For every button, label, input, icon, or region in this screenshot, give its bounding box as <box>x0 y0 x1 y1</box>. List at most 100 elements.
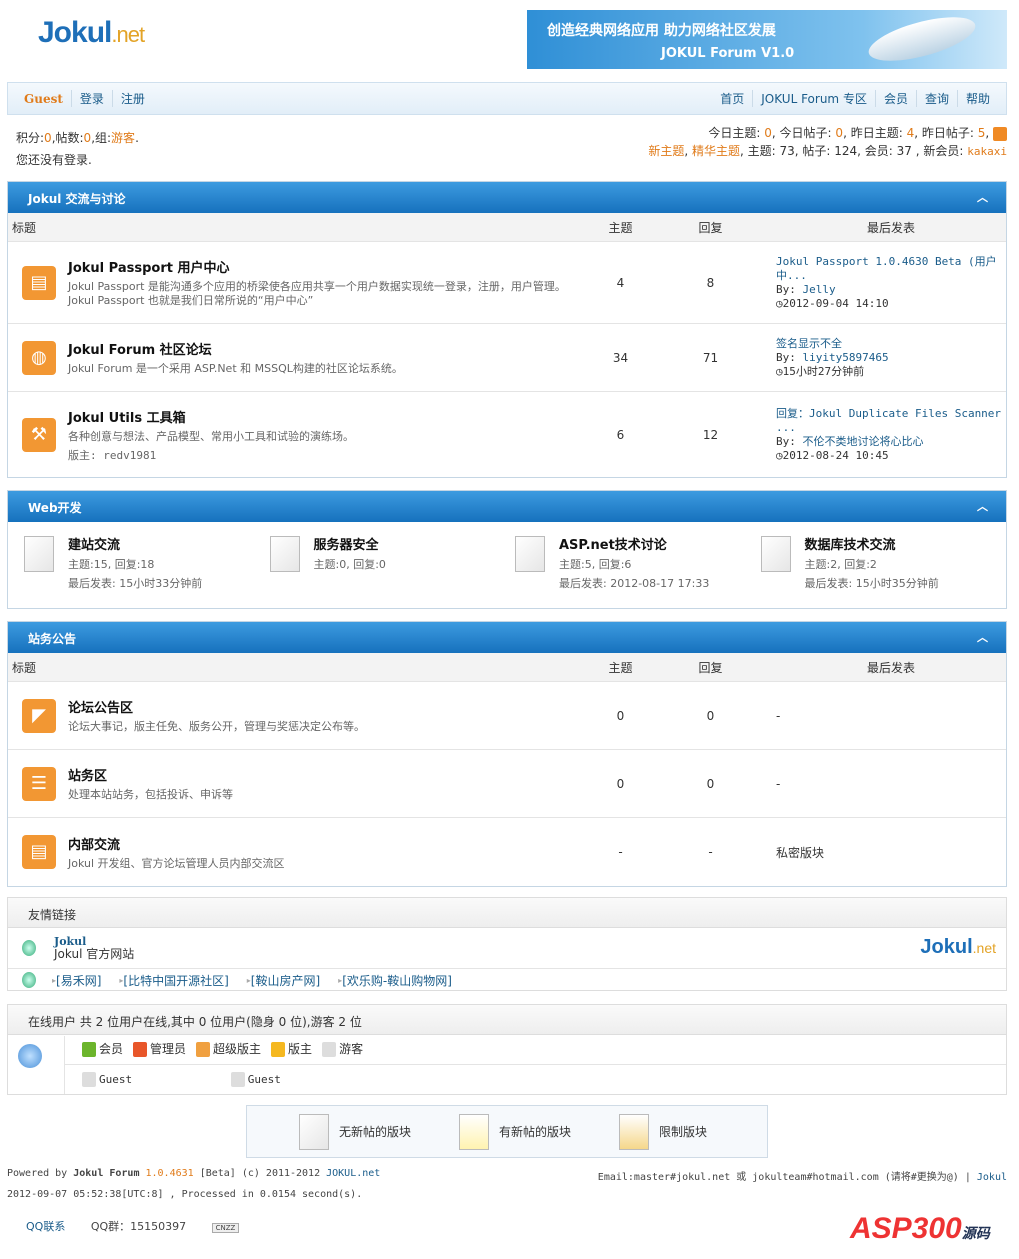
newest-member-link[interactable]: kakaxi <box>967 145 1007 158</box>
by-label: By: <box>776 350 803 364</box>
forum-name[interactable]: 服务器安全 <box>314 536 386 555</box>
nav-help[interactable]: 帮助 <box>956 90 998 107</box>
users-icon <box>18 1044 42 1068</box>
watermark-logo: ASP300源码 <box>850 1212 990 1245</box>
last-post-link[interactable]: 回复：Jokul Duplicate Files Scanner ... <box>776 407 1006 435</box>
category-web: Web开发 ︿ 建站交流 主题:15, 回复:18 最后发表: 15小时33分钟前 服… <box>7 490 1007 609</box>
forum-name[interactable]: 站务区 <box>68 765 233 784</box>
stat: 0 <box>835 126 844 140</box>
collapse-icon[interactable]: ︿ <box>977 498 988 514</box>
category-header: 站务公告 ︿ <box>8 622 1006 653</box>
last-post-user[interactable]: liyity5897465 <box>803 351 889 364</box>
contact-email: Email:master#jokul.net 或 jokulteam#hotma… <box>597 1172 977 1183</box>
forum-name[interactable]: Jokul Passport 用户中心 <box>68 257 588 276</box>
reply-count: 0 <box>706 708 715 723</box>
subforum: ASP.net技术讨论主题:5, 回复:6 最后发表: 2012-08-17 17… <box>515 536 761 593</box>
digest-link[interactable]: 精华主题 <box>692 144 740 158</box>
no-new-posts-icon <box>24 536 54 572</box>
forum-row: ⚒ Jokul Utils 工具箱 各种创意与想法、产品模型、常用小工具和试验的演练… <box>8 392 1006 477</box>
col-last: 最后发表 <box>866 660 915 675</box>
nav-guest[interactable]: Guest <box>16 92 71 106</box>
last-post: - <box>776 776 781 791</box>
collapse-icon[interactable]: ︿ <box>977 629 988 645</box>
category-title[interactable]: Jokul 交流与讨论 <box>28 192 126 206</box>
reply-count: - <box>708 845 713 859</box>
label: , 昨日主题: <box>843 126 907 140</box>
collapse-icon[interactable]: ︿ <box>977 189 988 205</box>
forum-name[interactable]: 数据库技术交流 <box>805 536 939 555</box>
banner-product: JOKUL Forum V1.0 <box>661 46 795 61</box>
last-post: 最后发表: 2012-08-17 17:33 <box>559 577 710 590</box>
no-new-posts-icon <box>515 536 545 572</box>
label: . <box>135 131 139 145</box>
forum-stats: 主题:0, 回复:0 <box>313 558 386 571</box>
forum-name[interactable]: Jokul Forum 社区论坛 <box>68 339 403 358</box>
label: , 昨日帖子: <box>914 126 978 140</box>
nav-login[interactable]: 登录 <box>70 90 112 107</box>
nav-search[interactable]: 查询 <box>915 90 957 107</box>
rss-icon[interactable] <box>993 126 1007 141</box>
nav-bar: Guest 登录 注册 首页 JOKUL Forum 专区 会员 查询 帮助 <box>7 82 1007 115</box>
topic-count: 0 <box>616 776 625 791</box>
online-user[interactable]: Guest <box>230 1072 281 1087</box>
nav-forum-zone[interactable]: JOKUL Forum 专区 <box>752 90 875 107</box>
forum-row: ◤ 论坛公告区 论坛大事记，版主任免、版务公开，管理与奖惩决定公布等。 0 0 - <box>8 682 1006 750</box>
globe-icon <box>22 940 36 956</box>
label: ,组: <box>91 131 112 145</box>
category-title[interactable]: 站务公告 <box>28 632 76 646</box>
last-post-link[interactable]: Jokul Passport 1.0.4630 Beta (用户中... <box>776 255 1006 283</box>
label: , 今日帖子: <box>771 126 836 140</box>
nav-home[interactable]: 首页 <box>712 90 752 107</box>
online-user[interactable]: Guest <box>82 1072 132 1087</box>
no-new-posts-icon <box>760 536 791 572</box>
last-post-user[interactable]: 不伦不类地讨论将心比心 <box>803 435 924 448</box>
reply-count: 0 <box>706 776 715 791</box>
text-link[interactable]: [鞍山房产网] <box>251 972 320 989</box>
forum-name[interactable]: Jokul Utils 工具箱 <box>68 407 354 426</box>
legend-label: 有新帖的版块 <box>499 1125 572 1139</box>
type-member: 会员 <box>82 1040 123 1057</box>
forum-name[interactable]: 论坛公告区 <box>68 697 365 716</box>
col-topics: 主题 <box>608 660 633 675</box>
banner: 创造经典网络应用 助力网络社区发展 JOKUL Forum V1.0 <box>527 8 1007 70</box>
nav-members[interactable]: 会员 <box>874 90 916 107</box>
forum-stats: 主题:5, 回复:6 <box>559 558 632 571</box>
last-post: - <box>776 708 781 723</box>
last-post-time: ◷2012-08-24 10:45 <box>776 448 889 462</box>
cnzz-badge[interactable]: CNZZ <box>211 1223 240 1233</box>
processed-info: 2012-09-07 05:52:38[UTC:8] , Processed i… <box>7 1189 363 1200</box>
label: [Beta] (c) 2011-2012 <box>193 1168 327 1179</box>
moderator[interactable]: 版主: redv1981 <box>68 449 354 463</box>
category-title[interactable]: Web开发 <box>28 501 82 515</box>
qq-contact-link[interactable]: QQ联系 <box>26 1220 65 1233</box>
col-last: 最后发表 <box>866 220 915 235</box>
header: Jokul.net 创造经典网络应用 助力网络社区发展 JOKUL Forum … <box>0 0 1019 78</box>
text-link[interactable]: [比特中国开源社区] <box>123 972 228 989</box>
category-header: Web开发 ︿ <box>8 491 1006 522</box>
text-link[interactable]: [欢乐购-鞍山购物网] <box>342 972 452 989</box>
topic-count: 4 <box>616 275 625 290</box>
last-post-link[interactable]: 签名显示不全 <box>776 337 1006 351</box>
type-mod: 版主 <box>271 1040 312 1057</box>
jokul-footer-link[interactable]: Jokul <box>977 1172 1007 1183</box>
last-post-time: ◷15小时27分钟前 <box>776 364 865 378</box>
forum-name[interactable]: 内部交流 <box>68 834 285 853</box>
category-jokul: Jokul 交流与讨论 ︿ 标题 主题 回复 最后发表 ▤ Jokul Passport … <box>7 181 1007 478</box>
new-topics-link[interactable]: 新主题 <box>648 144 684 158</box>
nav-register[interactable]: 注册 <box>111 90 153 107</box>
forum-row: ▤ 内部交流 Jokul 开发组、官方论坛管理人员内部交流区 - - 私密版块 <box>8 818 1006 886</box>
forum-name[interactable]: ASP.net技术讨论 <box>559 536 709 555</box>
text-link[interactable]: [易禾网] <box>56 972 101 989</box>
last-post: 私密版块 <box>776 845 825 860</box>
forum-name[interactable]: 建站交流 <box>68 536 202 555</box>
jokul-logo-link[interactable]: Jokul.net <box>920 936 996 959</box>
subforum: 建站交流 主题:15, 回复:18 最后发表: 15小时33分钟前 <box>24 536 270 593</box>
forum-desc: 处理本站站务，包括投诉、申诉等 <box>68 788 233 801</box>
links-title: 友情链接 <box>8 898 1006 928</box>
forum-stats: 主题:2, 回复:2 <box>804 558 877 571</box>
site-link[interactable]: JOKUL.net <box>326 1168 380 1179</box>
site-logo[interactable]: Jokul.net <box>38 16 145 50</box>
last-post-user[interactable]: Jelly <box>803 283 836 296</box>
topic-count: 0 <box>616 708 625 723</box>
column-headers: 标题 主题 回复 最后发表 <box>8 653 1006 682</box>
